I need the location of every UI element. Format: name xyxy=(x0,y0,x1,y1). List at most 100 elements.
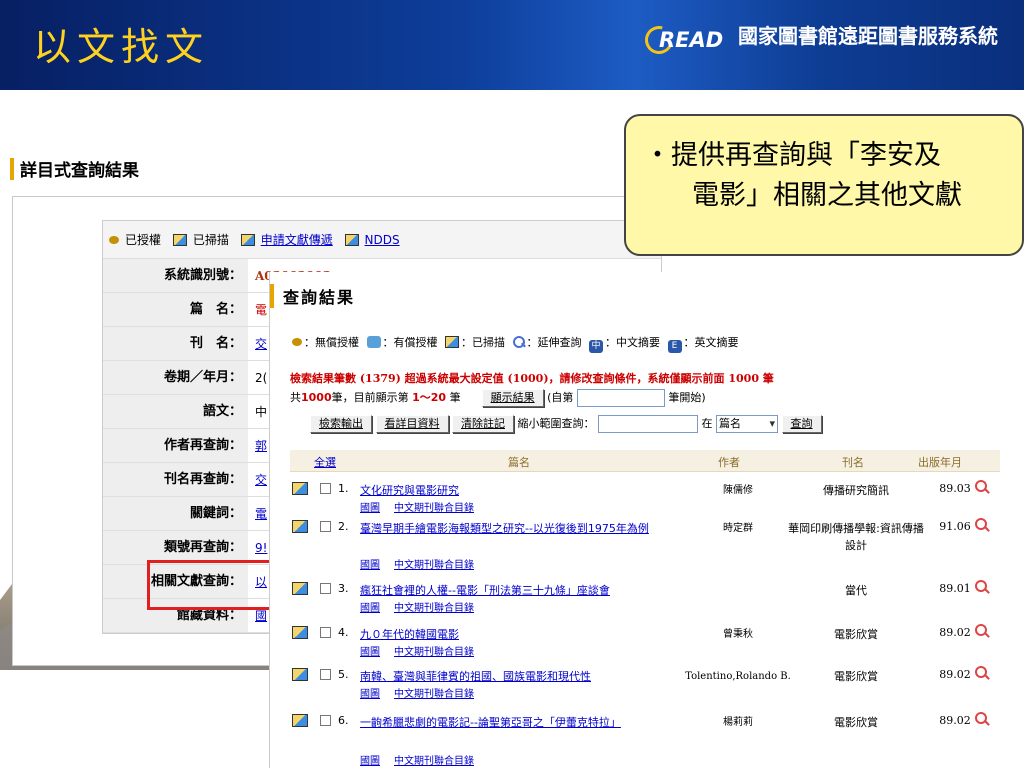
legend-en-abstract: ：英文摘要 xyxy=(683,336,739,349)
extend-search-icon[interactable] xyxy=(975,518,989,532)
authorized-label: 已授權 xyxy=(125,233,162,247)
row-number: 6. xyxy=(338,714,349,727)
detail-value: 2( xyxy=(255,371,268,385)
union-catalog-link[interactable]: 中文期刊聯合目錄 xyxy=(394,689,474,700)
ncl-link[interactable]: 國圖 xyxy=(360,689,380,700)
detail-value-link[interactable]: 電 xyxy=(255,497,267,530)
column-journal: 刊名 xyxy=(842,456,864,469)
detail-label: 系統識別號： xyxy=(103,259,248,292)
narrow-search-input[interactable] xyxy=(598,415,698,433)
column-author: 作者 xyxy=(718,456,740,469)
row-sub-links: 國圖 中文期刊聯合目錄 xyxy=(360,643,474,658)
authorized-icon xyxy=(109,236,119,244)
row-checkbox[interactable] xyxy=(320,521,331,532)
detail-label: 關鍵詞： xyxy=(103,497,248,530)
union-catalog-link[interactable]: 中文期刊聯合目錄 xyxy=(394,756,474,767)
callout-box: ・提供再查詢與「李安及 電影」相關之其他文獻 xyxy=(624,114,1024,256)
ndds-link[interactable]: NDDS xyxy=(365,233,400,247)
narrow-search-label: 縮小範圍查詢： xyxy=(517,417,595,430)
ncl-link[interactable]: 國圖 xyxy=(360,560,380,571)
results-heading-bar xyxy=(270,284,274,308)
row-number: 2. xyxy=(338,520,349,533)
detail-value: 中 xyxy=(255,405,268,419)
row-journal: 電影欣賞 xyxy=(834,716,878,729)
legend: ：無償授權 ：有償授權 ：已掃描 ：延伸查詢 中：中文摘要 E ：英文摘要 xyxy=(292,334,741,353)
union-catalog-link[interactable]: 中文期刊聯合目錄 xyxy=(394,503,474,514)
field-select[interactable]: 篇名 xyxy=(716,415,778,433)
union-catalog-link[interactable]: 中文期刊聯合目錄 xyxy=(394,647,474,658)
view-detail-button[interactable]: 看詳目資料 xyxy=(375,415,449,433)
results-toolbar: 檢索輸出 看詳目資料 清除註記 縮小範圍查詢： 在 篇名 查詢 xyxy=(310,415,822,433)
row-date: 89.02 xyxy=(939,626,971,639)
detail-value-link[interactable]: 郭 xyxy=(255,429,267,462)
row-title-link[interactable]: 一齣希臘悲劇的電影記--論聖第亞哥之「伊蕾克特拉」 xyxy=(360,714,690,731)
query-button[interactable]: 查詢 xyxy=(781,415,822,433)
paging-prefix: 共 xyxy=(290,391,301,404)
result-warning: 檢索結果筆數 (1379) 超過系統最大設定值 (1000)，請修改查詢條件，系… xyxy=(290,372,774,385)
paging-range: 1～20 xyxy=(412,391,447,404)
request-icon xyxy=(240,234,255,246)
column-title: 篇名 xyxy=(508,456,530,469)
extend-search-icon[interactable] xyxy=(975,480,989,494)
detail-label: 語文： xyxy=(103,395,248,428)
detail-value: 電 xyxy=(255,303,268,317)
row-sub-links: 國圖 中文期刊聯合目錄 xyxy=(360,752,474,767)
row-title-link[interactable]: 瘋狂社會裡的人權--電影「刑法第三十九條」座談會 xyxy=(360,582,690,599)
show-results-button[interactable]: 顯示結果 xyxy=(481,389,544,407)
extend-search-icon[interactable] xyxy=(975,624,989,638)
row-journal: 電影欣賞 xyxy=(834,628,878,641)
row-title-link[interactable]: 文化研究與電影研究 xyxy=(360,482,690,499)
row-checkbox[interactable] xyxy=(320,627,331,638)
ncl-link[interactable]: 國圖 xyxy=(360,603,380,614)
paid-auth-icon xyxy=(366,336,381,348)
ncl-link[interactable]: 國圖 xyxy=(360,503,380,514)
results-table-header: 全選 篇名 作者 刊名 出版年月 xyxy=(290,450,1000,472)
row-checkbox[interactable] xyxy=(320,583,331,594)
start-row-input[interactable] xyxy=(576,389,665,407)
row-date: 89.03 xyxy=(939,482,971,495)
logo-text: READ xyxy=(659,28,724,52)
row-date: 89.02 xyxy=(939,714,971,727)
union-catalog-link[interactable]: 中文期刊聯合目錄 xyxy=(394,560,474,571)
ncl-link[interactable]: 國圖 xyxy=(360,647,380,658)
paging-mid: 筆，目前顯示第 xyxy=(331,391,409,404)
scanned-icon xyxy=(292,482,308,495)
row-author: 陳儒修 xyxy=(723,485,753,496)
row-checkbox[interactable] xyxy=(320,669,331,680)
union-catalog-link[interactable]: 中文期刊聯合目錄 xyxy=(394,603,474,614)
extend-search-icon xyxy=(512,336,525,348)
detail-toolbar: 已授權 已掃描 申請文獻傳遞 NDDS xyxy=(103,221,661,259)
select-all-link[interactable]: 全選 xyxy=(314,454,336,470)
row-number: 3. xyxy=(338,582,349,595)
detail-value-link[interactable]: 交 xyxy=(255,327,267,360)
request-delivery-link[interactable]: 申請文獻傳遞 xyxy=(261,233,333,247)
legend-paid-auth: ：有償授權 xyxy=(382,336,438,349)
ndds-icon xyxy=(344,234,359,246)
paging-suffix: 筆 xyxy=(449,391,461,404)
en-abstract-icon: E xyxy=(667,340,682,353)
slide-title: 以文找文 xyxy=(33,25,210,69)
row-checkbox[interactable] xyxy=(320,483,331,494)
scanned-label: 已掃描 xyxy=(192,233,229,247)
legend-extend: ：延伸查詢 xyxy=(526,336,582,349)
extend-search-icon[interactable] xyxy=(975,666,989,680)
row-title-link[interactable]: 九０年代的韓國電影 xyxy=(360,626,690,643)
row-author: 楊莉莉 xyxy=(723,717,753,728)
clear-marks-button[interactable]: 清除註記 xyxy=(452,415,514,433)
paging-from-label: (自第 xyxy=(547,391,574,404)
row-title-link[interactable]: 南韓、臺灣與菲律賓的祖國、國族電影和現代性 xyxy=(360,668,690,685)
scanned-icon xyxy=(292,582,308,595)
row-checkbox[interactable] xyxy=(320,715,331,726)
export-button[interactable]: 檢索輸出 xyxy=(310,415,372,433)
extend-search-icon[interactable] xyxy=(975,580,989,594)
detail-value-link[interactable]: 交 xyxy=(255,463,267,496)
extend-search-icon[interactable] xyxy=(975,712,989,726)
row-title-link[interactable]: 臺灣早期手繪電影海報類型之研究--以光復後到1975年為例 xyxy=(360,520,690,537)
ncl-link[interactable]: 國圖 xyxy=(360,756,380,767)
scanned-icon xyxy=(292,626,308,639)
detail-label: 卷期／年月： xyxy=(103,361,248,394)
legend-scanned: ：已掃描 xyxy=(461,336,505,349)
detail-label: 刊名再查詢： xyxy=(103,463,248,496)
section-title: 詳目式查詢結果 xyxy=(20,161,139,181)
legend-cn-abstract: ：中文摘要 xyxy=(605,336,660,349)
